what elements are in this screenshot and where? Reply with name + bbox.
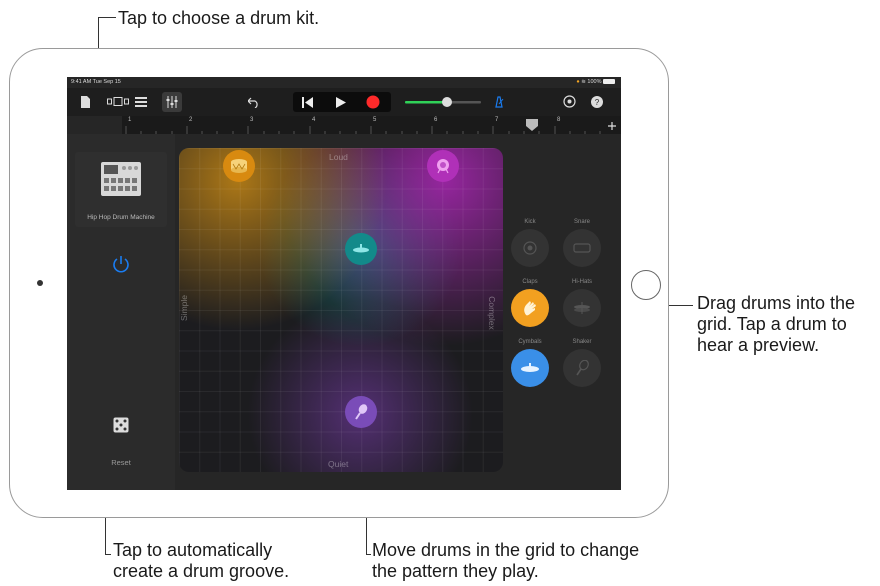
claps-icon bbox=[511, 289, 549, 327]
grid-label-quiet: Quiet bbox=[328, 459, 349, 469]
app-screen: 9:41 AM Tue Sep 15 ● ≋ 100% ? 1 2 3 4 5 … bbox=[67, 77, 621, 490]
playhead-icon bbox=[526, 119, 538, 131]
ruler-mark-7: 7 bbox=[495, 117, 499, 123]
hi-hats-icon bbox=[563, 289, 601, 327]
settings-icon[interactable] bbox=[563, 95, 576, 108]
ruler-mark-2: 2 bbox=[189, 117, 193, 123]
pad-kick[interactable]: Kick bbox=[507, 219, 553, 267]
ruler-mark-1: 1 bbox=[128, 117, 132, 123]
my-songs-icon[interactable] bbox=[80, 95, 90, 108]
ruler-mark-6: 6 bbox=[434, 117, 438, 123]
callout-drag-drums: Drag drums into the grid. Tap a drum to … bbox=[697, 293, 856, 355]
battery-icon bbox=[603, 79, 615, 85]
undo-icon[interactable] bbox=[248, 95, 260, 108]
location-icon: ● bbox=[576, 79, 580, 85]
help-icon[interactable]: ? bbox=[591, 95, 603, 108]
cymbals-icon bbox=[511, 349, 549, 387]
shaker-drum-puck[interactable] bbox=[345, 396, 377, 428]
ruler-mark-8: 8 bbox=[557, 117, 561, 123]
grid-label-loud: Loud bbox=[329, 152, 348, 162]
control-bar: ? bbox=[67, 88, 621, 116]
pad-claps[interactable]: Claps bbox=[507, 279, 553, 327]
pad-claps-label: Claps bbox=[522, 279, 538, 285]
transport-controls bbox=[293, 92, 391, 112]
callout-choose-kit: Tap to choose a drum kit. bbox=[118, 8, 320, 28]
kit-name: Hip Hop Drum Machine bbox=[87, 214, 155, 221]
pad-snare[interactable]: Snare bbox=[559, 219, 605, 267]
battery-percent: 100% bbox=[587, 79, 602, 85]
callout-line-bl-horizontal bbox=[105, 554, 111, 555]
grid-label-simple: Simple bbox=[179, 295, 189, 321]
grid-label-complex: Complex bbox=[486, 296, 497, 330]
kick-drum-puck[interactable] bbox=[427, 150, 459, 182]
status-bar: 9:41 AM Tue Sep 15 ● ≋ 100% bbox=[67, 77, 621, 87]
browser-icon[interactable] bbox=[107, 95, 129, 108]
pad-shaker-label: Shaker bbox=[572, 339, 592, 345]
pad-hi-hats[interactable]: Hi-Hats bbox=[559, 279, 605, 327]
kick-icon bbox=[511, 229, 549, 267]
drum-machine-icon bbox=[101, 162, 141, 196]
callout-move-drums: Move drums in the grid to change the pat… bbox=[372, 540, 640, 581]
pad-shaker[interactable]: Shaker bbox=[559, 339, 605, 387]
callout-auto-groove: Tap to automatically create a drum groov… bbox=[113, 540, 290, 581]
callout-line-bc-foot bbox=[366, 554, 371, 555]
pad-hi-hats-label: Hi-Hats bbox=[571, 279, 592, 285]
snare-icon bbox=[563, 229, 601, 267]
snare-drum-puck[interactable] bbox=[223, 150, 255, 182]
mixer-icon[interactable] bbox=[162, 92, 182, 112]
shaker-icon bbox=[563, 349, 601, 387]
dice-icon[interactable] bbox=[113, 417, 129, 433]
status-battery: ● ≋ 100% bbox=[576, 79, 615, 85]
pad-cymbals-label: Cymbals bbox=[518, 339, 542, 345]
cymbal-drum-puck[interactable] bbox=[345, 233, 377, 265]
status-time: 9:41 AM Tue Sep 15 bbox=[71, 79, 121, 85]
callout-line-top bbox=[98, 17, 116, 18]
power-icon[interactable] bbox=[111, 254, 131, 274]
go-to-beginning-icon[interactable] bbox=[301, 96, 313, 109]
ruler-mark-5: 5 bbox=[373, 117, 377, 123]
volume-slider[interactable] bbox=[405, 95, 481, 108]
ruler-mark-3: 3 bbox=[250, 117, 254, 123]
kit-selector[interactable]: Hip Hop Drum Machine bbox=[75, 152, 167, 227]
home-button[interactable] bbox=[631, 270, 661, 300]
timeline-ruler[interactable]: 1 2 3 4 5 6 7 8 bbox=[122, 116, 621, 134]
tracks-view-icon[interactable] bbox=[135, 95, 147, 108]
left-panel: Hip Hop Drum Machine Reset bbox=[67, 134, 175, 490]
drum-pad-panel: Kick Snare Claps Hi-Hats Cymbals Shaker bbox=[503, 134, 621, 490]
pad-kick-label: Kick bbox=[524, 219, 536, 225]
metronome-icon[interactable] bbox=[493, 95, 505, 108]
camera-dot bbox=[37, 280, 43, 286]
pad-cymbals[interactable]: Cymbals bbox=[507, 339, 553, 387]
pad-snare-label: Snare bbox=[573, 219, 590, 225]
wifi-icon: ≋ bbox=[581, 79, 586, 85]
drum-grid[interactable]: Loud Quiet Simple Complex bbox=[179, 148, 503, 472]
record-icon[interactable] bbox=[366, 95, 380, 108]
play-icon[interactable] bbox=[335, 96, 347, 109]
svg-text:?: ? bbox=[595, 98, 600, 107]
reset-label[interactable]: Reset bbox=[101, 458, 141, 467]
ruler-mark-4: 4 bbox=[312, 117, 316, 123]
grid-lines bbox=[179, 148, 503, 472]
